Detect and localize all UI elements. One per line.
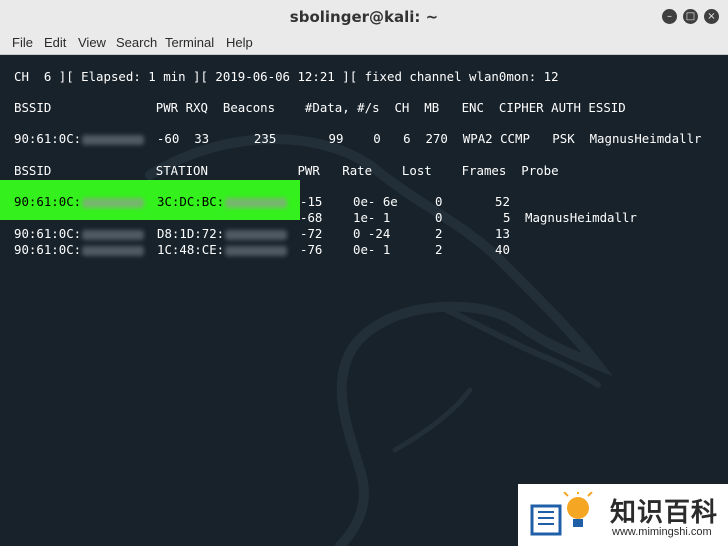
redacted-mac-blur xyxy=(225,230,287,240)
station-frames: 5 xyxy=(503,210,511,225)
station-pwr: -15 xyxy=(300,194,323,209)
redacted-mac-blur xyxy=(82,246,144,256)
station-lost: 0 xyxy=(435,210,443,225)
menu-view[interactable]: View xyxy=(78,35,106,50)
terminal-area[interactable]: CH 6 ][ Elapsed: 1 min ][ 2019-06-06 12:… xyxy=(0,55,728,546)
station-header: BSSID STATION PWR Rate Lost Frames Probe xyxy=(14,163,559,178)
maximize-icon[interactable]: □ xyxy=(683,9,698,24)
menu-terminal[interactable]: Terminal xyxy=(165,35,214,50)
station-pwr: -76 xyxy=(300,242,323,257)
menu-help[interactable]: Help xyxy=(226,35,253,50)
station-rate: 0e- 6e xyxy=(353,194,398,209)
window-title: sbolinger@kali: ~ xyxy=(289,8,439,26)
station-pwr: -72 xyxy=(300,226,323,241)
ap-bssid: 90:61:0C: xyxy=(14,131,82,146)
station-lost: 2 xyxy=(435,226,443,241)
station-mac: D8:1D:72: xyxy=(157,226,225,241)
station-lost: 2 xyxy=(435,242,443,257)
station-probe: MagnusHeimdallr xyxy=(525,210,637,225)
station-frames: 13 xyxy=(495,226,510,241)
station-row-1-bssid: 90:61:0C: xyxy=(14,194,82,209)
highlight-box: 90:61:0C: 3C:DC:BC: xyxy=(0,180,300,220)
station-bssid: 90:61:0C: xyxy=(14,226,82,241)
book-lightbulb-icon xyxy=(530,492,593,536)
station-rate: 0 -24 xyxy=(353,226,391,241)
redacted-mac-blur xyxy=(82,230,144,240)
station-frames: 52 xyxy=(495,194,510,209)
watermark-brand: 知识百科 xyxy=(610,498,719,528)
close-icon[interactable]: × xyxy=(704,9,719,24)
menu-edit[interactable]: Edit xyxy=(44,35,66,50)
station-bssid: 90:61:0C: xyxy=(14,242,82,257)
redacted-mac-blur xyxy=(225,246,287,256)
menu-search[interactable]: Search xyxy=(116,35,157,50)
kali-dragon-watermark xyxy=(145,134,613,546)
ap-header: BSSID PWR RXQ Beacons #Data, #/s CH MB E… xyxy=(14,100,626,115)
ap-details: -60 33 235 99 0 6 270 WPA2 CCMP PSK Magn… xyxy=(142,131,702,146)
title-bar: sbolinger@kali: ~ – □ × xyxy=(0,0,728,35)
station-row-1-station: 3C:DC:BC: xyxy=(157,194,225,209)
station-frames: 40 xyxy=(495,242,510,257)
station-rate: 0e- 1 xyxy=(353,242,391,257)
menu-file[interactable]: File xyxy=(12,35,33,50)
status-line: CH 6 ][ Elapsed: 1 min ][ 2019-06-06 12:… xyxy=(14,69,559,84)
station-lost: 0 xyxy=(435,194,443,209)
station-pwr: -68 xyxy=(300,210,323,225)
redacted-mac-blur xyxy=(82,198,144,208)
watermark-url: www.mimingshi.com xyxy=(612,526,712,538)
site-watermark: 知识百科 www.mimingshi.com xyxy=(518,484,728,546)
menu-bar: File Edit View Search Terminal Help xyxy=(0,34,728,55)
redacted-mac-blur xyxy=(82,135,144,145)
station-rate: 1e- 1 xyxy=(353,210,391,225)
minimize-icon[interactable]: – xyxy=(662,9,677,24)
station-mac: 1C:48:CE: xyxy=(157,242,225,257)
redacted-mac-blur xyxy=(225,198,287,208)
